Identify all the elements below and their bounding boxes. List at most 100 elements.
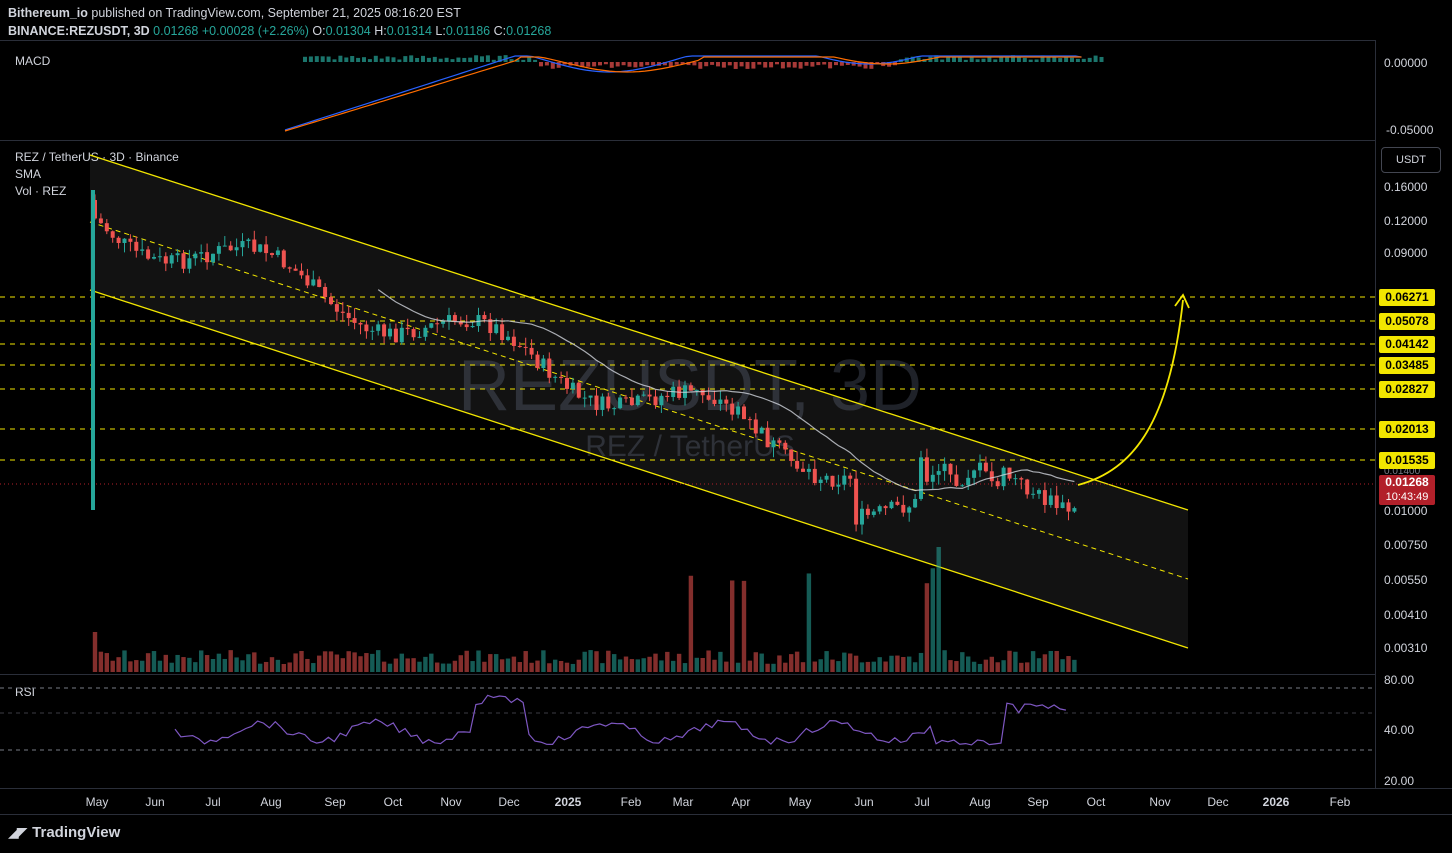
rsi-axis-label: 20.00 bbox=[1384, 774, 1415, 788]
volume-bar bbox=[918, 652, 924, 672]
candle-body bbox=[942, 463, 947, 472]
macd-bar bbox=[468, 57, 473, 62]
candle-body bbox=[146, 249, 151, 259]
level-tag[interactable]: 0.02827 bbox=[1379, 381, 1435, 398]
macd-bar bbox=[692, 62, 697, 66]
volume-bar bbox=[564, 662, 570, 672]
volume-bar bbox=[588, 650, 593, 672]
level-tag[interactable]: 0.03485 bbox=[1379, 357, 1435, 374]
volume-bar bbox=[535, 660, 540, 672]
macd-bar bbox=[385, 56, 390, 62]
volume-bar bbox=[1060, 659, 1065, 672]
volume-bar bbox=[848, 653, 853, 672]
macd-bar bbox=[491, 59, 496, 62]
volume-bar bbox=[134, 660, 139, 672]
volume-bar bbox=[499, 659, 505, 672]
volume-bar bbox=[157, 660, 163, 672]
volume-bar bbox=[240, 660, 245, 672]
candle-body bbox=[665, 395, 670, 398]
volume-bar bbox=[281, 663, 286, 672]
volume-bar bbox=[470, 661, 475, 672]
candle-body bbox=[600, 396, 605, 410]
volume-bar bbox=[1019, 662, 1024, 672]
candle-body bbox=[570, 382, 575, 389]
level-tag[interactable]: 0.04142 bbox=[1379, 336, 1435, 353]
candle-body bbox=[441, 321, 446, 324]
candle-body bbox=[311, 279, 316, 286]
macd-bar bbox=[326, 56, 331, 62]
volume-bar bbox=[771, 663, 776, 672]
volume-bar bbox=[653, 653, 658, 672]
candle-body bbox=[1025, 479, 1030, 495]
macd-bar bbox=[727, 62, 732, 66]
volume-bar bbox=[1001, 660, 1006, 672]
price-axis-label: 0.01000 bbox=[1384, 504, 1428, 518]
candle-body bbox=[736, 406, 741, 415]
chart-canvas[interactable]: REZUSDT, 3D REZ / TetherUS bbox=[0, 0, 1375, 800]
forecast-arrow[interactable] bbox=[1077, 299, 1184, 486]
macd-bar bbox=[367, 59, 372, 62]
macd-bar bbox=[757, 62, 762, 65]
candle-body bbox=[193, 253, 198, 259]
candle-body bbox=[222, 245, 227, 247]
macd-line[interactable] bbox=[284, 55, 1082, 131]
macd-bar bbox=[627, 62, 632, 67]
price-axis-label: 0.12000 bbox=[1384, 214, 1428, 228]
candle-body bbox=[659, 395, 664, 406]
candle-body bbox=[877, 506, 882, 512]
level-tag[interactable]: 0.06271 bbox=[1379, 289, 1435, 306]
volume-bar bbox=[623, 656, 629, 672]
volume-bar bbox=[1025, 662, 1030, 672]
volume-bar bbox=[735, 662, 741, 672]
macd-bar bbox=[344, 57, 349, 62]
level-tag[interactable]: 0.02013 bbox=[1379, 421, 1435, 438]
candle-body bbox=[629, 397, 634, 406]
candle-body bbox=[641, 394, 646, 396]
macd-signal-line[interactable] bbox=[284, 56, 1082, 132]
candle-body bbox=[954, 474, 959, 486]
macd-bar bbox=[362, 57, 366, 62]
volume-bar bbox=[311, 663, 316, 672]
currency-button[interactable]: USDT bbox=[1381, 147, 1441, 173]
macd-bar bbox=[409, 55, 414, 62]
candle-body bbox=[104, 223, 109, 232]
candle-body bbox=[1060, 502, 1065, 509]
candle-body bbox=[889, 501, 894, 509]
volume-bar bbox=[340, 658, 345, 672]
macd-axis-zero: 0.00000 bbox=[1384, 56, 1428, 70]
volume-bar bbox=[222, 658, 227, 672]
macd-bar bbox=[308, 56, 313, 62]
candle-body bbox=[293, 268, 298, 271]
tradingview-logo[interactable]: ◢◤ TradingView bbox=[8, 824, 120, 841]
volume-bar bbox=[617, 659, 623, 672]
time-axis-label: Feb bbox=[1329, 795, 1351, 809]
candle-body bbox=[506, 336, 510, 341]
macd-bar bbox=[450, 59, 455, 62]
macd-bar bbox=[1081, 58, 1086, 62]
macd-bar bbox=[733, 62, 738, 69]
candle-body bbox=[340, 311, 345, 313]
macd-bar bbox=[397, 59, 402, 62]
macd-bar bbox=[839, 62, 844, 66]
candle-body bbox=[818, 479, 823, 484]
level-tag[interactable]: 0.05078 bbox=[1379, 313, 1435, 330]
macd-bar bbox=[940, 59, 945, 62]
time-axis-label: Nov bbox=[440, 795, 462, 809]
price-axis-label: 0.16000 bbox=[1384, 180, 1428, 194]
level-tag[interactable]: 0.01535 bbox=[1379, 452, 1435, 469]
macd-bar bbox=[521, 59, 526, 62]
candle-body bbox=[706, 395, 711, 400]
candle-body bbox=[1072, 508, 1077, 512]
macd-bar bbox=[426, 57, 431, 62]
volume-bar bbox=[883, 661, 888, 672]
current-price-tag: 0.01268 10:43:49 bbox=[1379, 475, 1435, 505]
candle-body bbox=[423, 327, 428, 337]
price-axis-label: 0.00750 bbox=[1384, 538, 1428, 552]
volume-bar bbox=[193, 662, 198, 672]
candle-body bbox=[175, 253, 180, 256]
volume-bar bbox=[169, 662, 174, 672]
candle-body bbox=[205, 252, 210, 263]
volume-bar bbox=[381, 661, 387, 672]
rsi-line[interactable] bbox=[174, 694, 1067, 746]
candle-body bbox=[777, 440, 782, 443]
